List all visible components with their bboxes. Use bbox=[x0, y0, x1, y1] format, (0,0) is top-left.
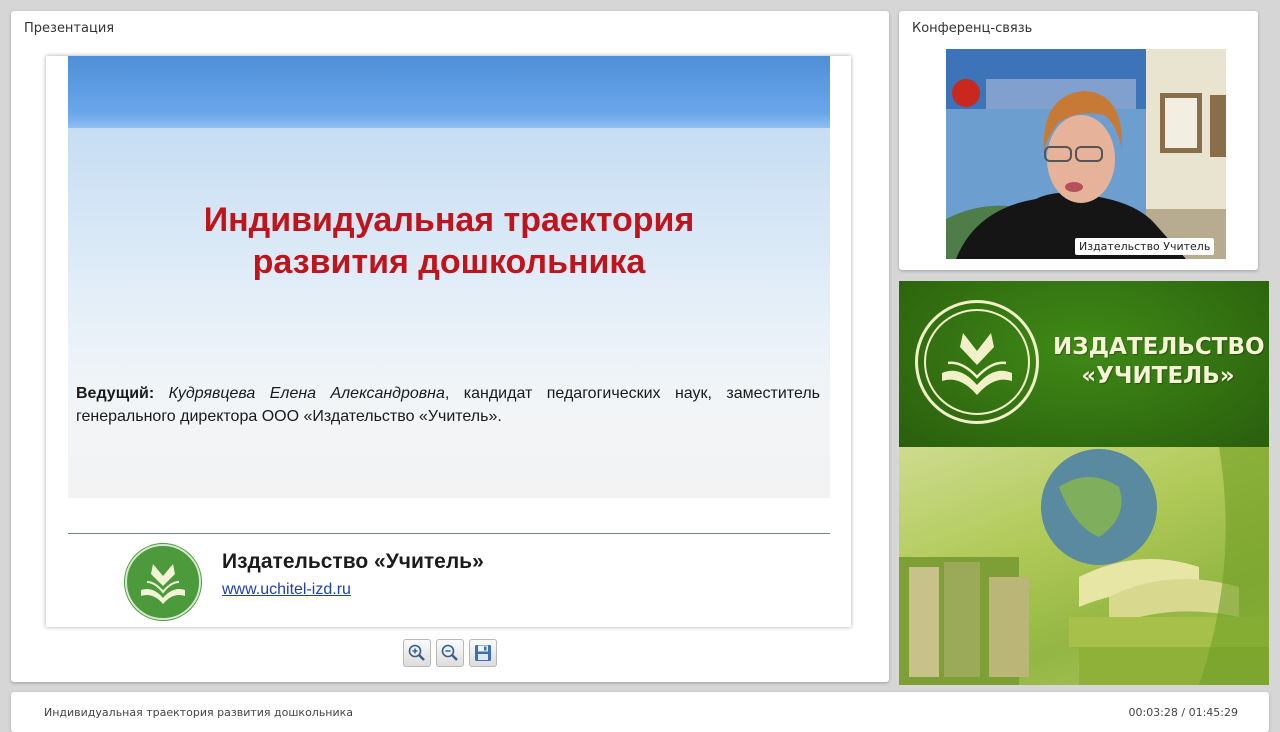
webcam-scene bbox=[946, 49, 1226, 259]
playback-time: 00:03:28 / 01:45:29 bbox=[1128, 706, 1238, 719]
banner-text-line2: «УЧИТЕЛЬ» bbox=[1081, 363, 1235, 389]
presentation-slide: Индивидуальная траектория развития дошко… bbox=[46, 56, 851, 627]
video-caption: Издательство Учитель bbox=[1075, 238, 1215, 255]
webcam-video: Издательство Учитель bbox=[946, 49, 1226, 259]
publisher-logo-icon bbox=[125, 544, 201, 620]
slide-footer-publisher-name: Издательство «Учитель» bbox=[222, 550, 484, 573]
banner-logo-icon bbox=[915, 300, 1039, 424]
banner-books-image bbox=[899, 447, 1269, 685]
status-bar: Индивидуальная траектория развития дошко… bbox=[11, 692, 1269, 732]
slide-title-line1: Индивидуальная траектория bbox=[203, 201, 695, 239]
presenter-name: Кудрявцева Елена Александровна bbox=[168, 385, 445, 402]
slide-header-band bbox=[68, 56, 830, 128]
banner-top: ИЗДАТЕЛЬСТВО «УЧИТЕЛЬ» bbox=[899, 281, 1269, 447]
slide-body-background bbox=[68, 128, 830, 498]
status-presentation-title: Индивидуальная траектория развития дошко… bbox=[44, 706, 354, 719]
zoom-in-button[interactable] bbox=[403, 639, 431, 667]
slide-footer-website-link[interactable]: www.uchitel-izd.ru bbox=[222, 581, 351, 599]
banner-text: ИЗДАТЕЛЬСТВО «УЧИТЕЛЬ» bbox=[1053, 333, 1265, 391]
floppy-disk-icon bbox=[475, 645, 491, 661]
slide-title: Индивидуальная траектория развития дошко… bbox=[68, 199, 830, 283]
zoom-out-icon bbox=[441, 644, 458, 661]
slide-presenter-info: Ведущий: Кудрявцева Елена Александровна,… bbox=[76, 382, 820, 428]
zoom-in-icon bbox=[408, 644, 425, 661]
conference-panel: Конференц-связь Издательство Учитель bbox=[899, 11, 1258, 270]
conference-panel-title: Конференц-связь bbox=[912, 21, 1033, 36]
presentation-panel: Презентация Индивидуальная траектория ра… bbox=[11, 11, 889, 682]
slide-footer-divider bbox=[68, 533, 830, 534]
presenter-label: Ведущий: bbox=[76, 385, 155, 402]
presentation-panel-title: Презентация bbox=[24, 21, 115, 36]
publisher-banner: ИЗДАТЕЛЬСТВО «УЧИТЕЛЬ» bbox=[899, 281, 1269, 685]
save-button[interactable] bbox=[469, 639, 497, 667]
slide-title-line2: развития дошкольника bbox=[252, 243, 646, 281]
zoom-out-button[interactable] bbox=[436, 639, 464, 667]
banner-text-line1: ИЗДАТЕЛЬСТВО bbox=[1053, 334, 1265, 360]
